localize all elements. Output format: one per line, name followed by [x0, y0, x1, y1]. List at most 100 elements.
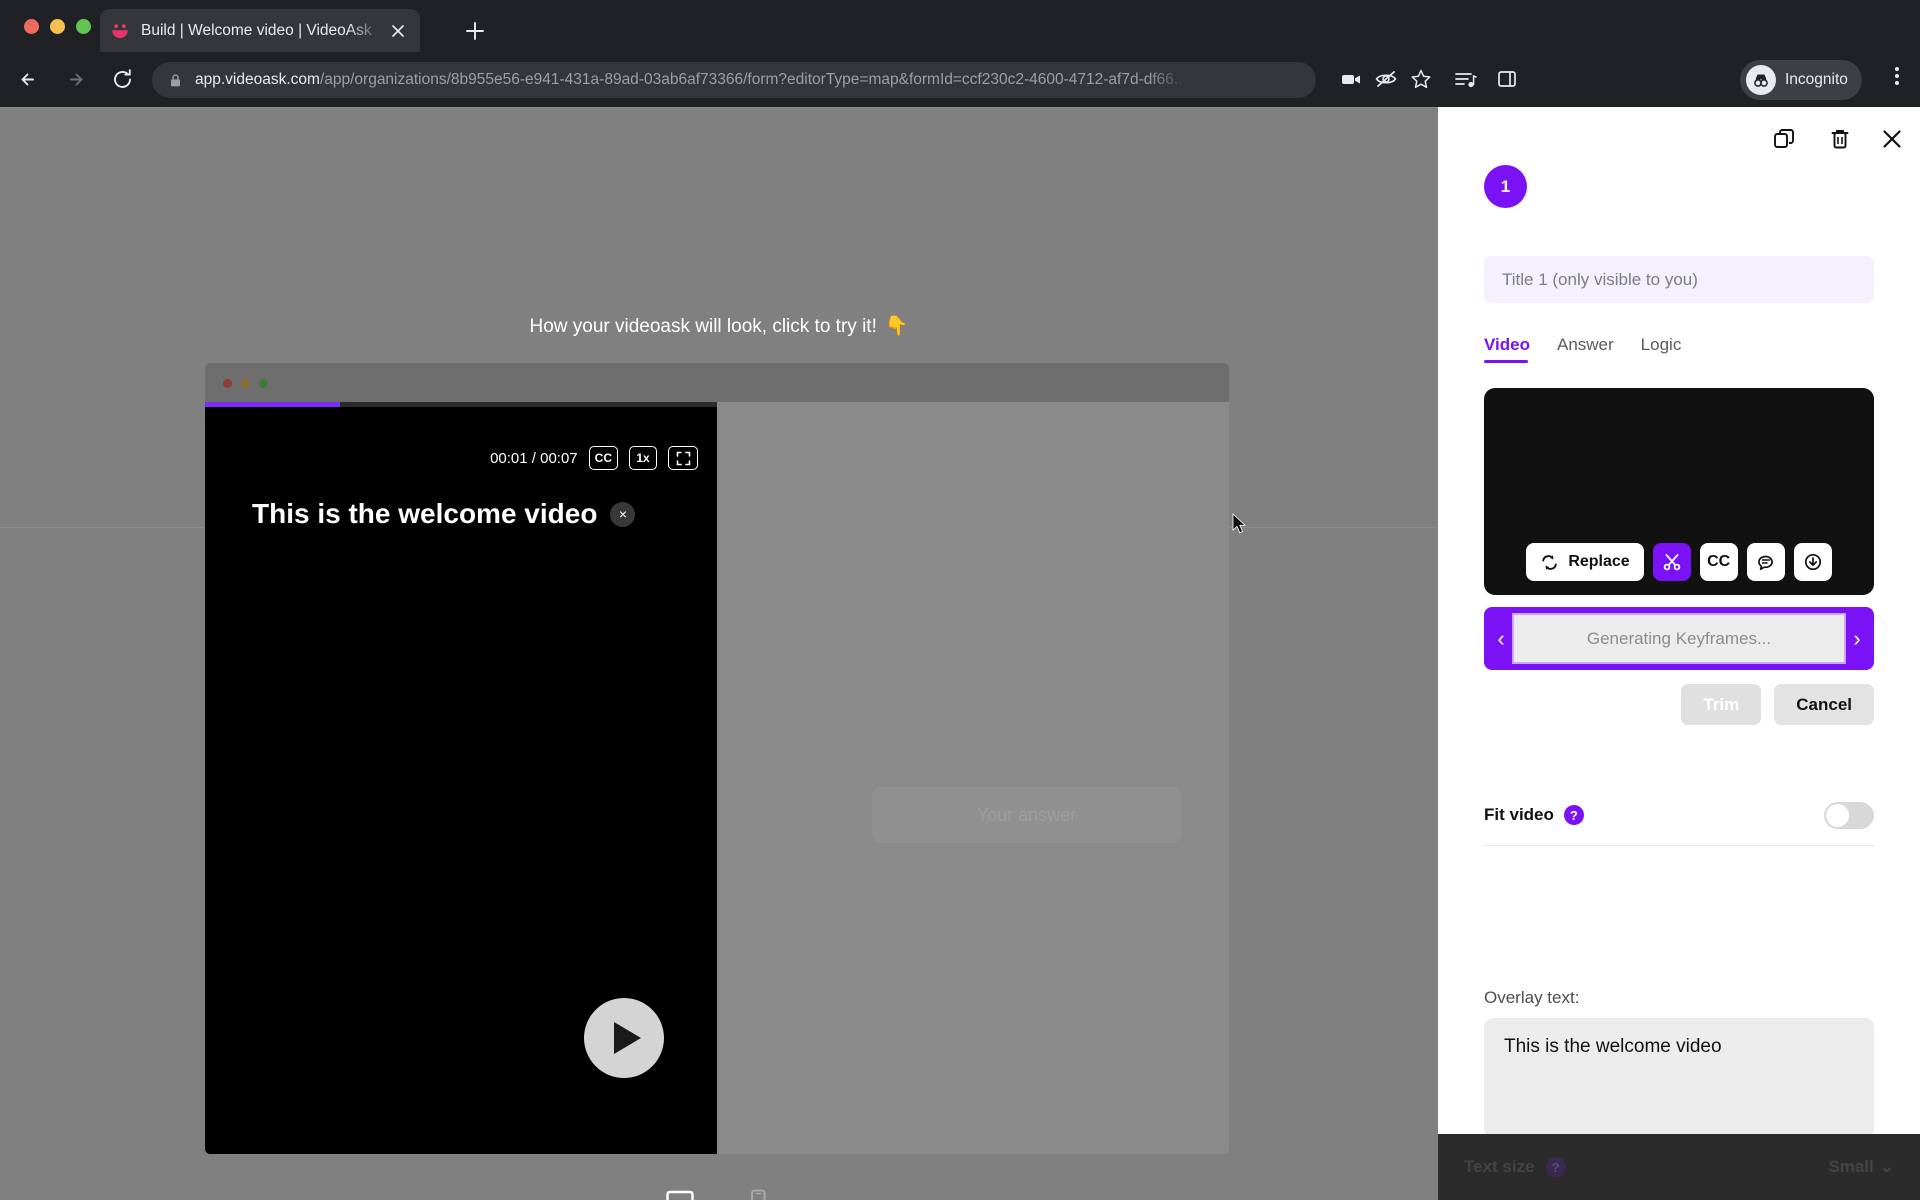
back-button[interactable] — [12, 63, 45, 96]
lock-icon — [168, 73, 183, 88]
cancel-button[interactable]: Cancel — [1774, 684, 1874, 725]
overlay-text-input[interactable] — [1484, 1018, 1874, 1138]
caption-bubble-icon — [1756, 552, 1776, 572]
help-icon[interactable]: ? — [1563, 805, 1584, 825]
video-timecode: 00:01 / 00:07 — [490, 449, 578, 467]
panel-tabs[interactable]: Video Answer Logic — [1484, 335, 1681, 363]
mouse-cursor — [1232, 513, 1248, 535]
address-bar[interactable]: app.videoask.com/app/organizations/8b955… — [152, 62, 1316, 98]
canvas-hint-text: How your videoask will look, click to tr… — [529, 316, 877, 337]
mobile-icon[interactable] — [741, 1185, 775, 1200]
help-icon[interactable]: ? — [1545, 1157, 1566, 1177]
chevron-left-icon[interactable]: ‹ — [1490, 626, 1512, 652]
new-tab-button[interactable] — [462, 18, 488, 44]
browser-chrome: Build | Welcome video | VideoAsk app.vid… — [0, 0, 1920, 107]
form-canvas[interactable]: How your videoask will look, click to tr… — [0, 107, 1438, 1200]
browser-tab[interactable]: Build | Welcome video | VideoAsk — [100, 9, 420, 52]
forward-button[interactable] — [59, 63, 92, 96]
playback-speed-button[interactable]: 1x — [629, 446, 657, 470]
desktop-icon[interactable] — [663, 1185, 697, 1200]
video-pane[interactable]: 00:01 / 00:07 CC 1x This is the welcome … — [205, 402, 717, 1154]
device-preview-toggle[interactable] — [0, 1185, 1438, 1200]
fit-video-row: Fit video ? — [1484, 785, 1874, 846]
reading-list-icon[interactable] — [1450, 64, 1480, 94]
download-cloud-icon — [1803, 552, 1823, 572]
fullscreen-icon[interactable] — [668, 446, 698, 470]
videoask-preview[interactable]: 00:01 / 00:07 CC 1x This is the welcome … — [205, 402, 1229, 1154]
scissors-icon — [1662, 552, 1682, 572]
duplicate-icon[interactable] — [1770, 125, 1798, 153]
preview-window[interactable]: 00:01 / 00:07 CC 1x This is the welcome … — [205, 363, 1229, 1154]
keyframes-status[interactable]: Generating Keyframes... — [1512, 613, 1846, 664]
minimize-window-button[interactable] — [50, 19, 65, 34]
canvas-hint: How your videoask will look, click to tr… — [0, 314, 1438, 338]
reload-button[interactable] — [106, 63, 139, 96]
text-size-select[interactable]: Small ⌄ — [1828, 1157, 1894, 1177]
preview-close-dot — [223, 379, 232, 388]
trim-video-button[interactable] — [1652, 543, 1691, 581]
trim-actions[interactable]: Trim Cancel — [1484, 684, 1874, 725]
step-number-badge: 1 — [1484, 165, 1527, 208]
incognito-icon — [1746, 65, 1776, 95]
fit-video-label: Fit video — [1484, 805, 1554, 824]
star-icon[interactable] — [1406, 64, 1436, 94]
profile-button[interactable]: Incognito — [1740, 60, 1862, 100]
preview-maximize-dot — [259, 379, 268, 388]
tab-answer[interactable]: Answer — [1557, 335, 1614, 363]
fit-video-label-group: Fit video ? — [1484, 805, 1584, 825]
step-editor-panel[interactable]: 1 Video Answer Logic Repl — [1438, 107, 1920, 1200]
replace-icon — [1540, 553, 1559, 572]
trim-confirm-button[interactable]: Trim — [1681, 684, 1762, 725]
panel-header — [1438, 107, 1920, 167]
step-title-input[interactable] — [1484, 256, 1874, 303]
answer-input-placeholder[interactable]: Your answer — [872, 787, 1181, 843]
profile-label: Incognito — [1785, 71, 1848, 88]
text-size-bar[interactable]: Text size ? Small ⌄ — [1438, 1134, 1920, 1200]
overlay-text-label: Overlay text: — [1484, 988, 1580, 1007]
navigation-bar: app.videoask.com/app/organizations/8b955… — [0, 52, 1920, 107]
preview-minimize-dot — [241, 379, 250, 388]
video-controls[interactable]: 00:01 / 00:07 CC 1x — [205, 446, 717, 470]
camera-icon[interactable] — [1336, 64, 1366, 94]
window-controls[interactable] — [24, 19, 91, 34]
play-icon[interactable] — [584, 998, 664, 1078]
answer-pane[interactable]: Your answer — [717, 402, 1229, 1154]
text-size-value: Small — [1828, 1157, 1874, 1176]
kebab-menu-icon[interactable] — [1884, 64, 1910, 90]
replace-video-button[interactable]: Replace — [1526, 543, 1644, 581]
app-root: Build | Welcome video | VideoAsk app.vid… — [0, 0, 1920, 1200]
side-panel-icon[interactable] — [1492, 64, 1522, 94]
video-progress-fill — [205, 402, 340, 407]
close-tab-icon[interactable] — [386, 19, 410, 43]
trash-icon[interactable] — [1826, 125, 1854, 153]
close-window-button[interactable] — [24, 19, 39, 34]
keyframes-scrubber[interactable]: ‹ Generating Keyframes... › — [1484, 607, 1874, 670]
fit-video-toggle[interactable] — [1824, 801, 1874, 829]
maximize-window-button[interactable] — [76, 19, 91, 34]
point-down-icon: 👇 — [884, 316, 909, 337]
replace-video-label: Replace — [1568, 553, 1630, 570]
close-icon[interactable] — [1878, 125, 1906, 153]
text-size-label-group: Text size ? — [1464, 1157, 1566, 1177]
eye-off-icon[interactable] — [1371, 64, 1401, 94]
video-overlay-title: This is the welcome video × — [252, 498, 692, 530]
video-edit-toolbar[interactable]: Replace CC — [1484, 543, 1874, 581]
cc-toggle-button[interactable]: CC — [1699, 543, 1738, 581]
video-overlay-title-text: This is the welcome video — [252, 498, 598, 529]
overlay-title-close-icon[interactable]: × — [610, 501, 636, 527]
chevron-right-icon[interactable]: › — [1846, 626, 1868, 652]
tab-logic[interactable]: Logic — [1641, 335, 1682, 363]
text-size-label: Text size — [1464, 1157, 1535, 1176]
tab-title: Build | Welcome video | VideoAsk — [141, 21, 372, 39]
cc-button[interactable]: CC — [588, 446, 618, 470]
chevron-down-icon: ⌄ — [1879, 1157, 1894, 1176]
video-thumbnail[interactable]: Replace CC — [1484, 388, 1874, 595]
url-path: /app/organizations/8b955e56-e941-431a-89… — [319, 71, 1187, 88]
download-button[interactable] — [1793, 543, 1832, 581]
preview-window-titlebar — [205, 363, 1229, 402]
videoask-face-icon — [110, 21, 130, 41]
url-text: app.videoask.com/app/organizations/8b955… — [195, 71, 1187, 89]
captions-button[interactable] — [1746, 543, 1785, 581]
video-progress-track[interactable] — [205, 402, 717, 407]
tab-video[interactable]: Video — [1484, 335, 1530, 363]
